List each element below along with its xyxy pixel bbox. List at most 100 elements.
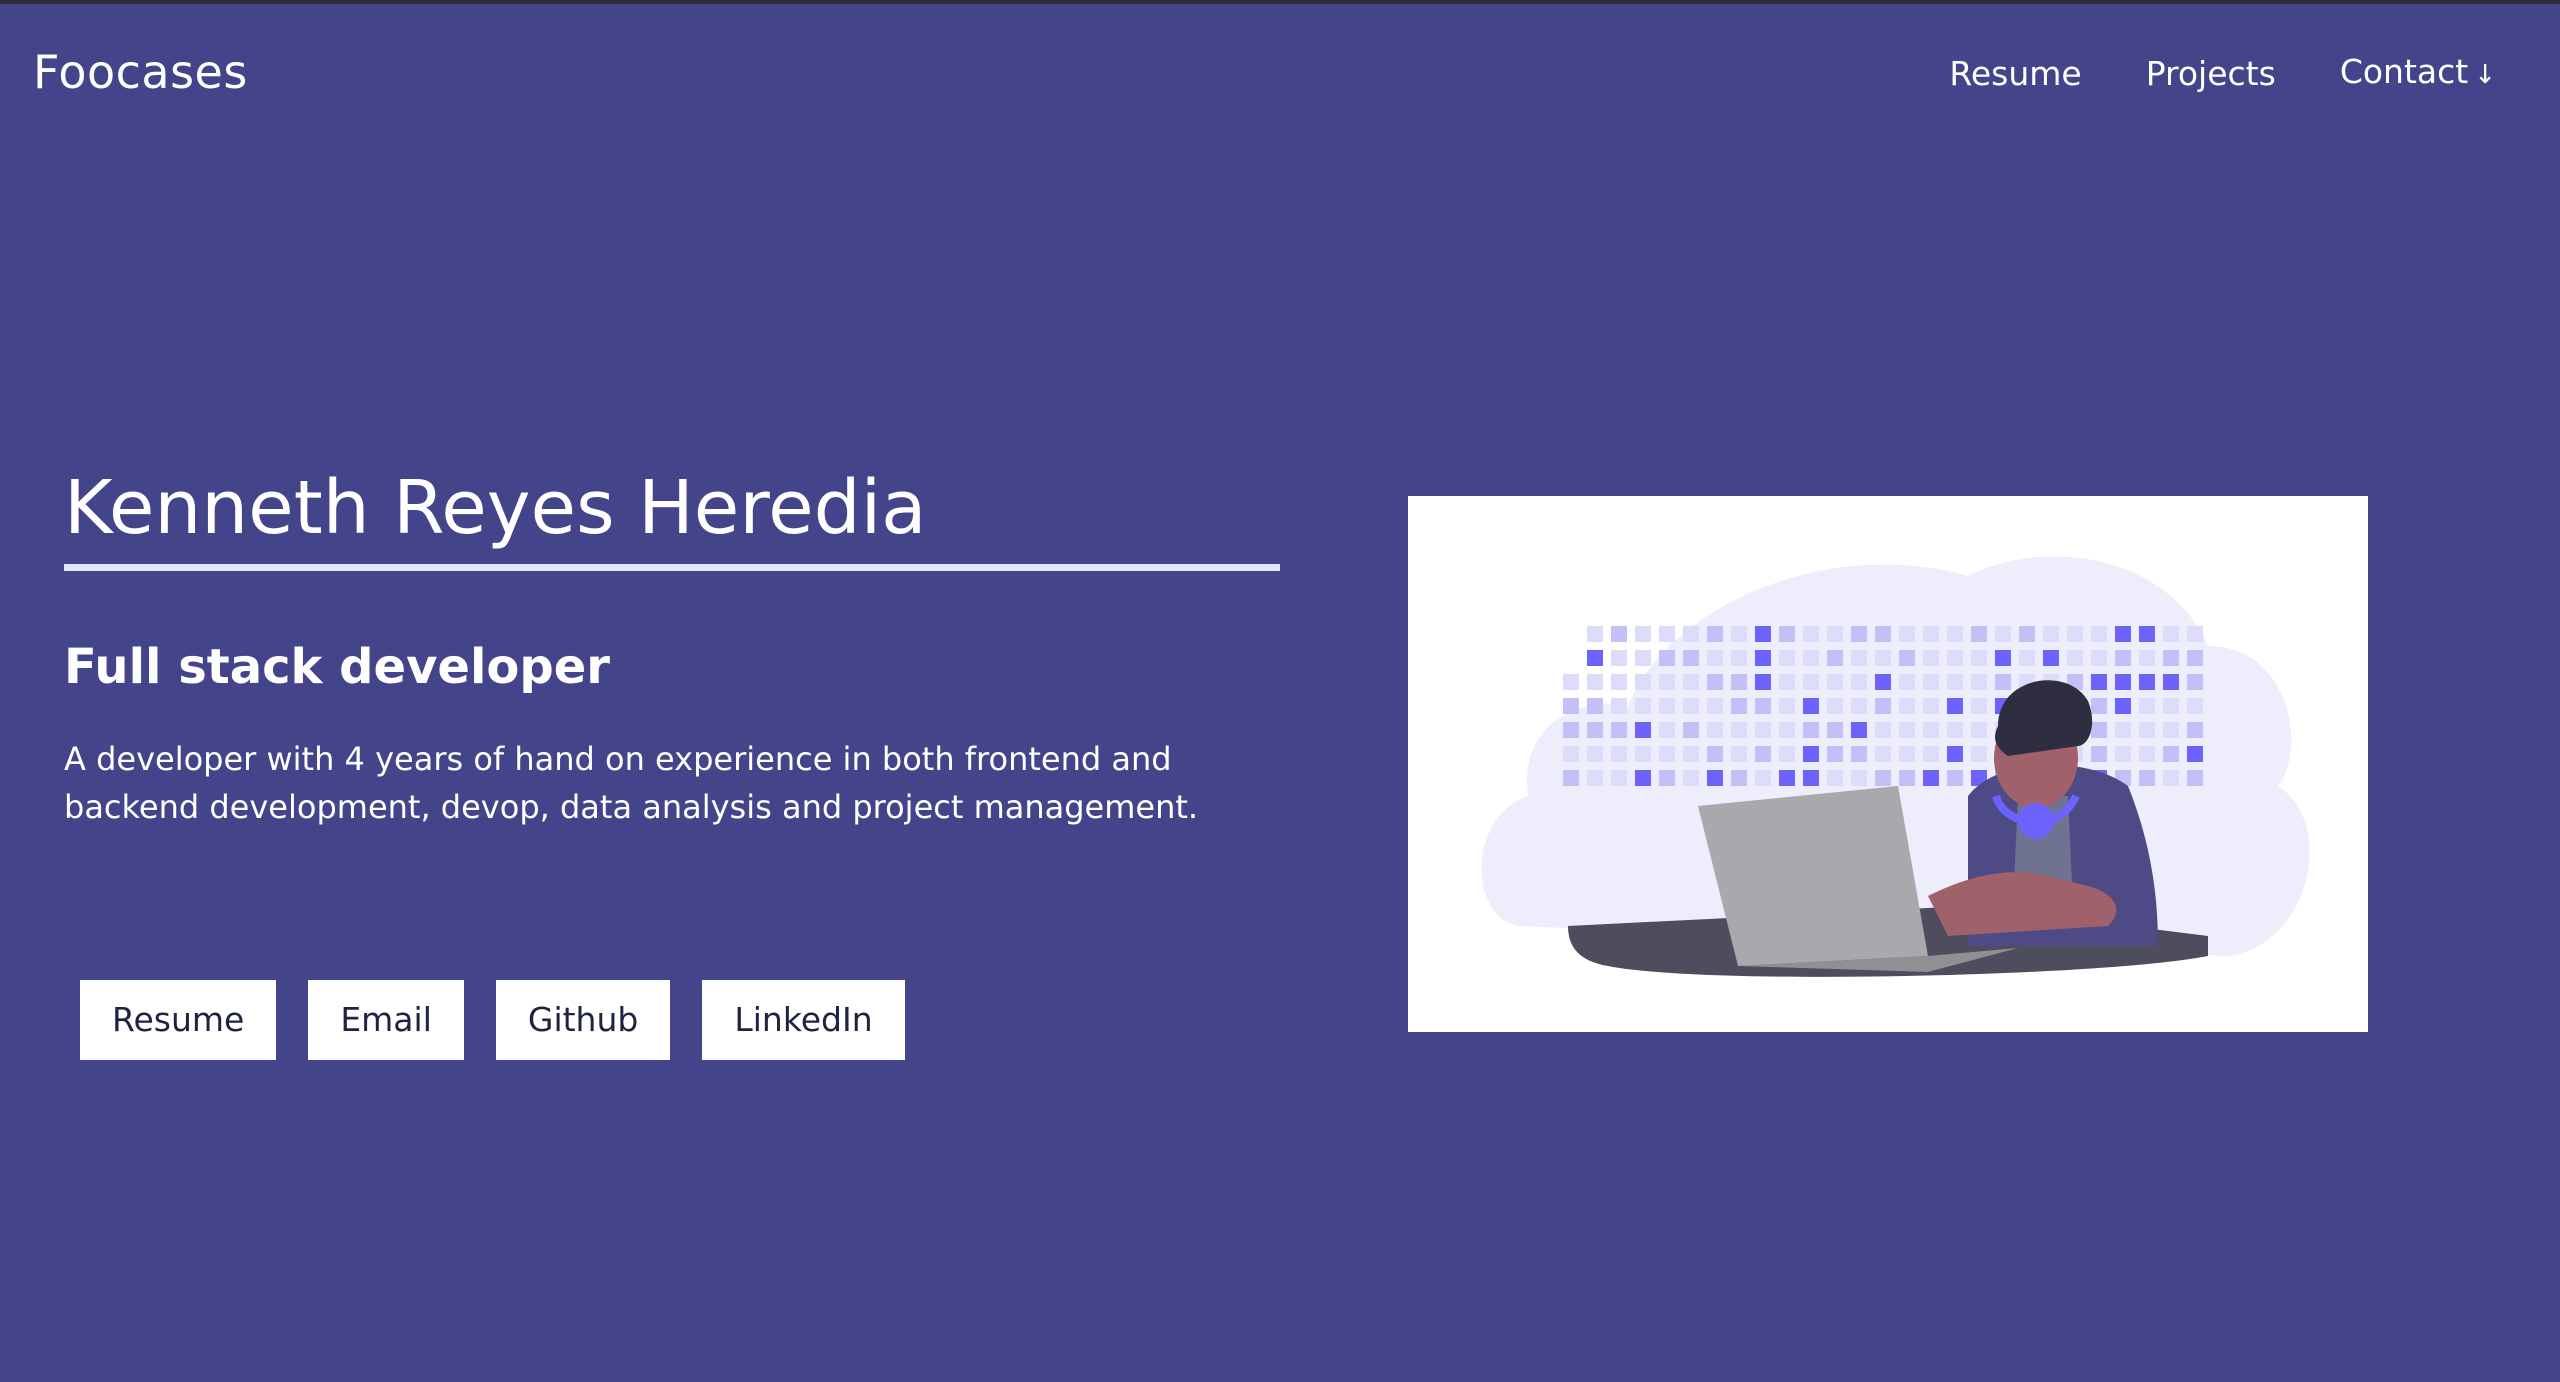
grid-pixel [1611, 770, 1627, 786]
grid-pixel [1803, 746, 1819, 762]
grid-pixel [1635, 650, 1651, 666]
grid-pixel [2139, 626, 2155, 642]
grid-pixel [1803, 770, 1819, 786]
action-buttons: Resume Email Github LinkedIn [80, 980, 905, 1060]
navbar: Foocases Resume Projects Contact ↓ [0, 4, 2560, 140]
grid-pixel [1779, 770, 1795, 786]
grid-pixel [2115, 698, 2131, 714]
grid-pixel [1635, 674, 1651, 690]
email-button[interactable]: Email [308, 980, 464, 1060]
grid-pixel [1659, 626, 1675, 642]
grid-pixel [1995, 674, 2011, 690]
grid-pixel [1635, 698, 1651, 714]
grid-pixel [1587, 746, 1603, 762]
grid-pixel [2067, 626, 2083, 642]
grid-pixel [1851, 722, 1867, 738]
grid-pixel [1611, 698, 1627, 714]
nav-resume-link[interactable]: Resume [1949, 52, 2081, 96]
github-button[interactable]: Github [495, 980, 671, 1060]
grid-pixel [1947, 770, 1963, 786]
grid-pixel [1827, 650, 1843, 666]
grid-pixel [1947, 722, 1963, 738]
developer-at-laptop-icon [1481, 556, 2310, 977]
grid-pixel [2115, 722, 2131, 738]
grid-pixel [1779, 698, 1795, 714]
grid-pixel [2091, 698, 2107, 714]
grid-pixel [1611, 626, 1627, 642]
resume-button[interactable]: Resume [80, 980, 277, 1060]
grid-pixel [1851, 626, 1867, 642]
grid-pixel [1683, 626, 1699, 642]
grid-pixel [1707, 746, 1723, 762]
grid-pixel [1851, 674, 1867, 690]
grid-pixel [1779, 674, 1795, 690]
grid-pixel [1731, 674, 1747, 690]
grid-pixel [1947, 674, 1963, 690]
grid-pixel [1731, 698, 1747, 714]
grid-pixel [1659, 650, 1675, 666]
grid-pixel [1587, 770, 1603, 786]
grid-pixel [1827, 722, 1843, 738]
grid-pixel [2043, 626, 2059, 642]
linkedin-button[interactable]: LinkedIn [702, 980, 905, 1060]
grid-pixel [2019, 650, 2035, 666]
grid-pixel [2091, 674, 2107, 690]
nav-contact-dropdown[interactable]: Contact ↓ [2340, 50, 2496, 97]
grid-pixel [1923, 698, 1939, 714]
grid-pixel [2187, 674, 2203, 690]
grid-pixel [1971, 746, 1987, 762]
grid-pixel [1803, 674, 1819, 690]
grid-pixel [2091, 626, 2107, 642]
grid-pixel [1779, 626, 1795, 642]
grid-pixel [1635, 746, 1651, 762]
grid-pixel [1827, 746, 1843, 762]
grid-pixel [1587, 626, 1603, 642]
grid-pixel [1899, 698, 1915, 714]
grid-pixel [1563, 746, 1579, 762]
grid-pixel [1803, 626, 1819, 642]
grid-pixel [2163, 674, 2179, 690]
grid-pixel [1827, 674, 1843, 690]
grid-pixel [1875, 674, 1891, 690]
grid-pixel [2091, 746, 2107, 762]
grid-pixel [1995, 650, 2011, 666]
grid-pixel [1659, 770, 1675, 786]
grid-pixel [1851, 746, 1867, 762]
grid-pixel [1923, 746, 1939, 762]
grid-pixel [2115, 746, 2131, 762]
grid-pixel [1875, 746, 1891, 762]
grid-pixel [1947, 746, 1963, 762]
grid-pixel [1971, 698, 1987, 714]
grid-pixel [1707, 770, 1723, 786]
grid-pixel [1683, 650, 1699, 666]
grid-pixel [1563, 770, 1579, 786]
grid-pixel [1611, 674, 1627, 690]
grid-pixel [1875, 698, 1891, 714]
title-underline [64, 564, 1280, 571]
grid-pixel [1947, 698, 1963, 714]
grid-pixel [1851, 698, 1867, 714]
grid-pixel [2163, 770, 2179, 786]
grid-pixel [1707, 722, 1723, 738]
grid-pixel [1827, 770, 1843, 786]
grid-pixel [1899, 722, 1915, 738]
grid-pixel [1731, 746, 1747, 762]
grid-pixel [1683, 698, 1699, 714]
grid-pixel [2115, 674, 2131, 690]
grid-pixel [1971, 674, 1987, 690]
brand-logo[interactable]: Foocases [33, 44, 248, 100]
grid-pixel [2115, 650, 2131, 666]
grid-pixel [2115, 626, 2131, 642]
grid-pixel [1707, 674, 1723, 690]
grid-pixel [1899, 746, 1915, 762]
grid-pixel [1971, 722, 1987, 738]
nav-projects-link[interactable]: Projects [2146, 52, 2276, 96]
grid-pixel [2163, 626, 2179, 642]
grid-pixel [1899, 626, 1915, 642]
grid-pixel [1731, 626, 1747, 642]
grid-pixel [1731, 650, 1747, 666]
grid-pixel [1707, 698, 1723, 714]
grid-pixel [2091, 722, 2107, 738]
grid-pixel [1827, 698, 1843, 714]
grid-pixel [1923, 722, 1939, 738]
